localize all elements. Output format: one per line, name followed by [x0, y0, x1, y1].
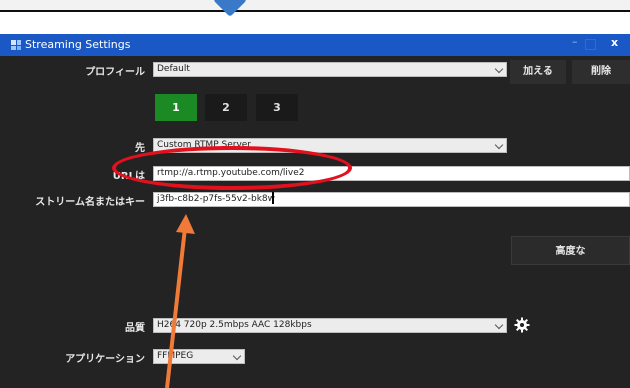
- windows-app-icon: [11, 40, 21, 50]
- chevron-down-icon: [494, 320, 504, 330]
- destination-label: 先: [135, 143, 145, 154]
- stream-key-label: ストリーム名またはキー: [35, 197, 145, 208]
- window-title: Streaming Settings: [25, 38, 131, 51]
- quality-value: H264 720p 2.5mbps AAC 128kbps: [157, 320, 312, 330]
- advanced-button[interactable]: 高度な: [511, 236, 630, 265]
- profile-value: Default: [157, 64, 190, 74]
- chevron-down-icon: [494, 64, 504, 74]
- gear-icon[interactable]: [514, 317, 530, 333]
- url-highlight-ellipse: [112, 146, 352, 190]
- delete-profile-button[interactable]: 削除: [572, 60, 630, 84]
- maximize-button[interactable]: [585, 39, 596, 50]
- title-bar: Streaming Settings – x: [0, 34, 630, 56]
- tab-2[interactable]: 2: [205, 94, 247, 121]
- chevron-down-icon: [232, 351, 242, 361]
- streaming-settings-window: Streaming Settings – x プロフィール Default 加え…: [0, 34, 630, 388]
- text-cursor: [272, 192, 274, 204]
- application-value: FFMPEG: [157, 351, 194, 361]
- minimize-button[interactable]: –: [572, 35, 578, 48]
- application-label: アプリケーション: [65, 354, 145, 365]
- close-button[interactable]: x: [611, 36, 618, 49]
- add-profile-button[interactable]: 加える: [510, 60, 566, 84]
- tab-1[interactable]: 1: [155, 94, 197, 121]
- quality-label: 品質: [125, 323, 145, 334]
- application-dropdown[interactable]: FFMPEG: [153, 349, 245, 364]
- tab-3[interactable]: 3: [256, 94, 298, 121]
- chevron-down-icon: [494, 140, 504, 150]
- profile-label: プロフィール: [85, 67, 145, 78]
- quality-dropdown[interactable]: H264 720p 2.5mbps AAC 128kbps: [153, 318, 507, 333]
- background-edge: [0, 10, 630, 12]
- profile-dropdown[interactable]: Default: [153, 62, 507, 77]
- stream-key-field[interactable]: j3fb-c8b2-p7fs-55v2-bk8w: [153, 192, 630, 207]
